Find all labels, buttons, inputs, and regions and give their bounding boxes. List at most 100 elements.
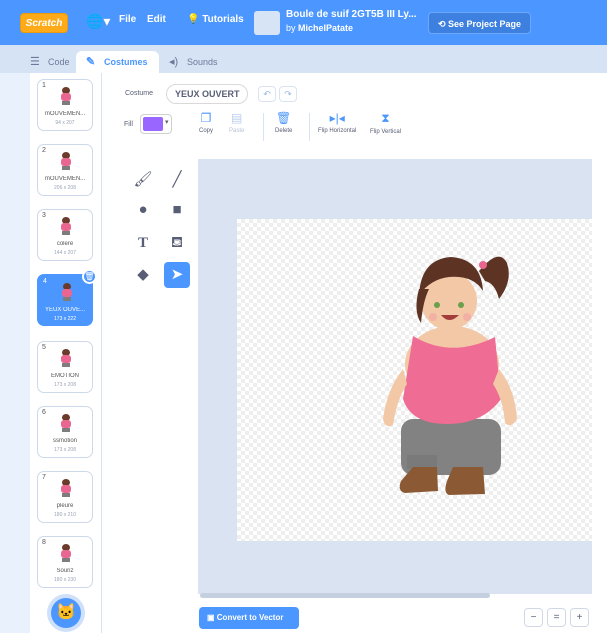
costume-name: colere [56, 241, 74, 247]
undo-icon[interactable]: ↶ [258, 86, 276, 102]
costume-name: EMOTION [51, 373, 79, 379]
costume-item[interactable]: 6 ssmotion 173 x 208 [37, 406, 93, 458]
costume-size: 180 x 210 [54, 512, 76, 518]
costume-size: 94 x 207 [55, 120, 75, 126]
project-title[interactable]: Boule de suif 2GT5B III Ly... [286, 9, 417, 20]
tab-costumes-label: Costumes [104, 57, 148, 67]
copy-label: Copy [199, 128, 214, 134]
speaker-icon: ◂) [169, 56, 179, 68]
eraser-tool-icon[interactable]: ◆ [130, 262, 156, 288]
tab-sounds[interactable]: ◂) Sounds [159, 51, 223, 73]
costume-item[interactable]: 7 pleure 180 x 210 [37, 471, 93, 523]
flip-horizontal-label: Flip Horizontal [318, 128, 357, 134]
costume-item-selected[interactable]: 4 YEUX OUVE... 173 x 222 🗑 [37, 269, 97, 326]
zoom-reset-icon: = [553, 612, 560, 623]
costume-thumbnail [60, 414, 71, 432]
flip-vertical-icon: ⧗ [381, 111, 390, 125]
trash-icon[interactable]: 🗑 [82, 269, 97, 284]
horizontal-scrollbar[interactable] [200, 593, 490, 598]
select-tool-icon[interactable]: ➤ [164, 262, 190, 288]
costume-number: 7 [42, 474, 46, 481]
tab-sounds-label: Sounds [187, 57, 218, 67]
costume-thumbnail [60, 217, 71, 235]
costume-number: 8 [42, 539, 46, 546]
costume-item[interactable]: 3 colere 144 x 207 [37, 209, 93, 261]
costume-item[interactable]: 2 mOUVEMEN... 206 x 208 [37, 144, 93, 196]
costume-item[interactable]: 5 EMOTION 173 x 208 [37, 341, 93, 393]
costume-name: mOUVEMEN... [44, 111, 86, 117]
costume-name: ssmotion [52, 438, 77, 444]
costume-number: 6 [42, 409, 46, 416]
character-drawing [383, 256, 517, 495]
costume-size: 173 x 208 [54, 447, 76, 453]
scratch-logo[interactable]: Scratch [20, 13, 68, 33]
fill-bucket-icon[interactable]: ⛾ [164, 230, 190, 256]
costume-name: YEUX OUVE... [44, 307, 85, 313]
costume-size: 144 x 207 [54, 250, 76, 256]
costume-thumbnail [61, 283, 72, 301]
flip-vertical-button[interactable]: ⧗ Flip Vertical [370, 111, 401, 135]
edit-menu[interactable]: Edit [147, 14, 166, 25]
copy-button[interactable]: ❐ Copy [199, 111, 213, 134]
costume-thumbnail [60, 349, 71, 367]
file-menu[interactable]: File [119, 14, 136, 25]
costume-size: 180 x 230 [54, 577, 76, 583]
paste-button[interactable]: ▤ Paste [229, 111, 244, 134]
zoom-in-button[interactable]: + [570, 608, 589, 627]
flip-vertical-label: Flip Vertical [370, 129, 402, 135]
tutorials-label: Tutorials [202, 14, 244, 25]
costume-thumbnail [60, 152, 71, 170]
paint-canvas[interactable] [237, 219, 592, 541]
costume-size: 173 x 222 [54, 316, 76, 322]
author-name: MichelPatate [298, 23, 354, 33]
circle-tool-icon[interactable]: ● [130, 197, 156, 223]
chevron-down-icon: ▾ [165, 119, 169, 126]
globe-icon[interactable]: 🌐▾ [86, 13, 110, 30]
project-author[interactable]: by MichelPatate [286, 23, 353, 33]
line-tool-icon[interactable]: ╱ [164, 167, 190, 193]
delete-button[interactable]: 🗑 Delete [275, 111, 292, 134]
code-icon: ☰ [30, 56, 40, 68]
zoom-reset-button[interactable]: = [547, 608, 566, 627]
costume-name-input[interactable]: YEUX OUVERT [166, 84, 248, 104]
divider [263, 113, 264, 141]
convert-to-vector-button[interactable]: ▣ Convert to Vector [199, 607, 299, 629]
brush-tool-icon[interactable]: 🖌 [130, 167, 156, 193]
costume-thumbnail [60, 544, 71, 562]
costume-number: 3 [42, 212, 46, 219]
convert-label: Convert to Vector [216, 613, 284, 622]
brush-icon: ✎ [86, 56, 96, 68]
link-icon: ⟲ [437, 19, 448, 29]
divider [309, 113, 310, 141]
see-project-button[interactable]: ⟲ See Project Page [428, 12, 531, 34]
costume-label: Costume [125, 90, 154, 97]
costume-item[interactable]: 8 Souriz 180 x 230 [37, 536, 93, 588]
paste-icon: ▤ [231, 111, 243, 125]
lightbulb-icon: 💡 [187, 14, 203, 25]
tutorials-button[interactable]: 💡 Tutorials [187, 14, 244, 25]
trash-icon: 🗑 [276, 111, 292, 125]
zoom-out-button[interactable]: − [524, 608, 543, 627]
tab-costumes[interactable]: ✎ Costumes [76, 51, 159, 73]
tab-code[interactable]: ☰ Code [20, 51, 76, 73]
fill-color-picker[interactable]: ▾ [140, 114, 172, 134]
redo-icon[interactable]: ↷ [279, 86, 297, 102]
costume-list: 1 mOUVEMEN... 94 x 207 2 mOUVEMEN... 206 x 2… [30, 73, 102, 633]
cat-icon: 🐱 [56, 604, 76, 621]
costume-thumbnail [60, 87, 71, 105]
costume-name: Souriz [56, 568, 74, 574]
rectangle-tool-icon[interactable]: ■ [164, 197, 190, 223]
flip-horizontal-button[interactable]: ▸|◂ Flip Horizontal [318, 111, 356, 134]
fill-color-swatch [143, 117, 163, 131]
zoom-in-icon: + [576, 612, 583, 623]
costume-thumbnail [60, 479, 71, 497]
text-tool-icon[interactable]: T [130, 230, 156, 256]
costume-size: 206 x 208 [54, 185, 76, 191]
add-costume-button[interactable]: 🐱 [51, 598, 81, 628]
copy-icon: ❐ [200, 111, 212, 125]
costume-name: mOUVEMEN... [44, 176, 86, 182]
costume-item[interactable]: 1 mOUVEMEN... 94 x 207 [37, 79, 93, 131]
costume-number: 1 [42, 82, 46, 89]
costume-name: pleure [56, 503, 74, 509]
menu-bar: Scratch 🌐▾ File Edit 💡 Tutorials Boule d… [0, 0, 607, 45]
